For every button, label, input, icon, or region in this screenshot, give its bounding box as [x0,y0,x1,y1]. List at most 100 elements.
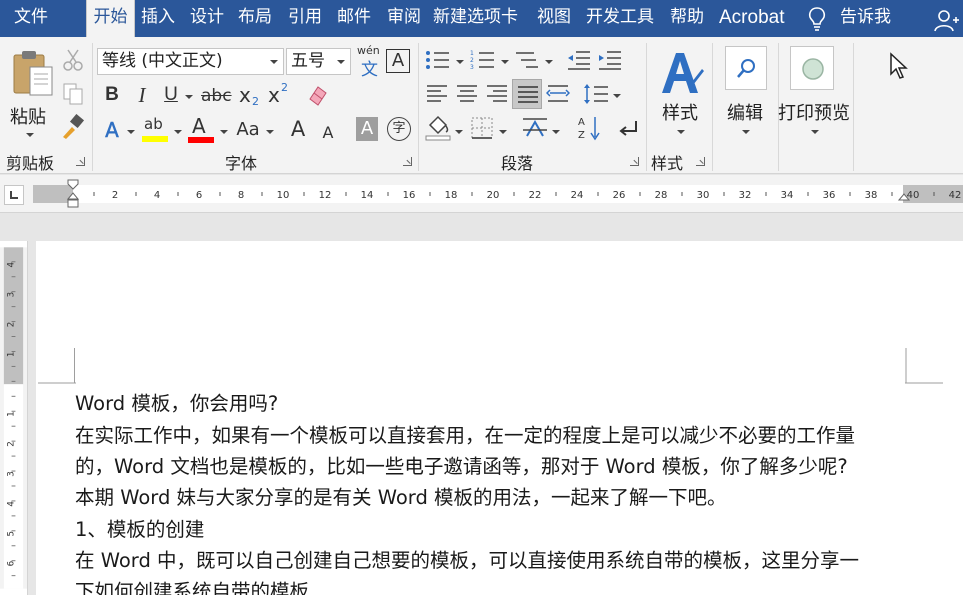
character-border-button[interactable]: A [386,49,410,73]
group-separator [853,43,854,171]
group-separator [92,43,93,171]
group-separator [712,43,713,171]
editing-button[interactable]: 编辑 [718,43,774,147]
print-preview-icon-frame [790,46,834,90]
vertical-ruler[interactable]: 4 3 2 1 1 2 3 4 5 6 [0,241,28,595]
styles-dialog-launcher[interactable] [696,157,705,166]
bold-button[interactable]: B [101,83,123,107]
strikethrough-button[interactable]: abc [201,84,232,108]
cut-icon[interactable] [62,48,84,72]
print-preview-button[interactable]: 打印预览 [778,43,850,147]
multilevel-list-dropdown-caret[interactable] [545,60,553,64]
superscript-button[interactable]: x 2 [268,81,292,109]
tab-developer[interactable]: 开发工具 [586,0,654,37]
ruler-tick-label: 14 [361,190,374,201]
highlight-dropdown-caret[interactable] [174,130,182,134]
bullets-icon[interactable] [425,49,455,71]
tab-home[interactable]: 开始 [86,0,135,37]
numbering-dropdown-caret[interactable] [501,60,509,64]
paste-button[interactable]: 粘贴 [4,45,56,137]
justify-button[interactable] [512,79,542,109]
subscript-mark: 2 [252,95,259,108]
tab-file[interactable]: 文件 [14,0,48,37]
styles-button[interactable]: 样式 [652,43,710,147]
paragraph-line[interactable]: 本期 Word 妹与大家分享的是有关 Word 模板的用法，一起来了解一下吧。 [75,481,727,510]
lightbulb-icon[interactable] [806,6,828,32]
font-color-dropdown-caret[interactable] [220,130,228,134]
font-group-label: 字体 [225,154,258,173]
align-center-icon[interactable] [455,83,479,105]
copy-icon[interactable] [62,82,84,106]
paragraph-line[interactable]: 在 Word 中，既可以自己创建自己想要的模板，可以直接使用系统自带的模板，这里… [75,544,859,573]
numbering-icon[interactable]: 123 [470,49,500,71]
enclose-characters-button[interactable]: 字 [387,117,411,141]
increase-indent-icon[interactable] [597,49,623,71]
align-left-icon[interactable] [425,83,449,105]
shading-dropdown-caret[interactable] [455,130,463,134]
font-name-combo[interactable]: 等线 (中文正文) [97,48,284,75]
tab-design[interactable]: 设计 [190,0,224,37]
tab-new-tab[interactable]: 新建选项卡 [433,0,518,37]
tab-insert[interactable]: 插入 [141,0,175,37]
paragraph-line[interactable]: 在实际工作中，如果有一个模板可以直接套用，在一定的程度上是可以减少不必要的工作量 [75,419,855,448]
text-effects-dropdown-caret[interactable] [127,130,135,134]
underline-button[interactable]: U [160,83,182,107]
font-size-combo[interactable]: 五号 [286,48,351,75]
decrease-indent-icon[interactable] [566,49,592,71]
horizontal-ruler[interactable]: 2 4 6 8 10 12 14 16 18 20 22 24 26 28 30 32 34 36 38 40 42 [33,179,963,209]
font-dialog-launcher[interactable] [403,157,412,166]
paragraph-dialog-launcher[interactable] [630,157,639,166]
change-case-button[interactable]: Aa [233,118,263,142]
shrink-font-button[interactable]: A [318,121,338,145]
distributed-align-icon[interactable] [546,83,570,105]
borders-icon[interactable] [470,116,494,140]
tell-me-search[interactable]: 告诉我 [840,0,891,37]
paint-bucket-shading-icon[interactable] [424,115,452,141]
phonetic-guide-button[interactable]: wén 文 [357,44,381,80]
multilevel-list-icon[interactable] [514,49,544,71]
tab-acrobat[interactable]: Acrobat [719,0,784,37]
styles-dropdown-caret [677,130,685,134]
left-indent-marker[interactable] [67,199,79,208]
paragraph-line[interactable]: 的，Word 文档也是模板的，比如一些电子邀请函等，那对于 Word 模板，你了… [75,450,848,479]
ruler-tick-label: 5 [6,531,16,537]
tab-layout[interactable]: 布局 [238,0,272,37]
tab-mailings[interactable]: 邮件 [337,0,371,37]
ruler-tick-label: 8 [238,190,244,201]
show-marks-icon[interactable] [616,117,640,141]
italic-button[interactable]: I [131,83,153,107]
tab-review[interactable]: 审阅 [387,0,421,37]
chinese-layout-dropdown-caret[interactable] [552,130,560,134]
align-right-icon[interactable] [485,83,509,105]
tab-stop-selector[interactable] [4,185,24,205]
tab-view[interactable]: 视图 [537,0,571,37]
line-spacing-dropdown-caret[interactable] [613,94,621,98]
line-spacing-icon[interactable] [582,83,610,105]
borders-dropdown-caret[interactable] [499,130,507,134]
paragraph-line[interactable]: 下如何创建系统自带的模板 [75,575,309,595]
paragraph-heading[interactable]: 1、模板的创建 [75,513,204,542]
underline-dropdown-caret[interactable] [185,95,193,99]
document-page[interactable]: Word 模板，你会用吗? 在实际工作中，如果有一个模板可以直接套用，在一定的程… [36,241,963,595]
clear-formatting-icon[interactable] [306,83,330,107]
phonetic-guide-bottom: 文 [361,60,378,80]
grow-font-button[interactable]: A [287,117,309,141]
share-person-icon[interactable] [933,8,959,32]
ruler-tick-label: 34 [781,190,794,201]
bullets-dropdown-caret[interactable] [456,60,464,64]
ruler-tick-label: 36 [823,190,836,201]
clipboard-dialog-launcher[interactable] [76,157,85,166]
ruler-tick-label: 6 [6,561,16,567]
highlight-button[interactable]: ab [142,115,170,143]
paragraph-title[interactable]: Word 模板，你会用吗? [75,387,278,416]
tab-help[interactable]: 帮助 [670,0,704,37]
subscript-button[interactable]: x 2 [239,83,263,109]
font-color-button[interactable]: A [188,114,216,143]
character-shading-button[interactable]: A [356,117,378,141]
chinese-layout-icon[interactable] [521,116,549,140]
change-case-dropdown-caret[interactable] [266,130,274,134]
sort-icon[interactable]: AZ [578,115,602,141]
tab-references[interactable]: 引用 [288,0,322,37]
text-effects-button[interactable]: A [101,118,123,143]
format-painter-icon[interactable] [60,114,86,140]
